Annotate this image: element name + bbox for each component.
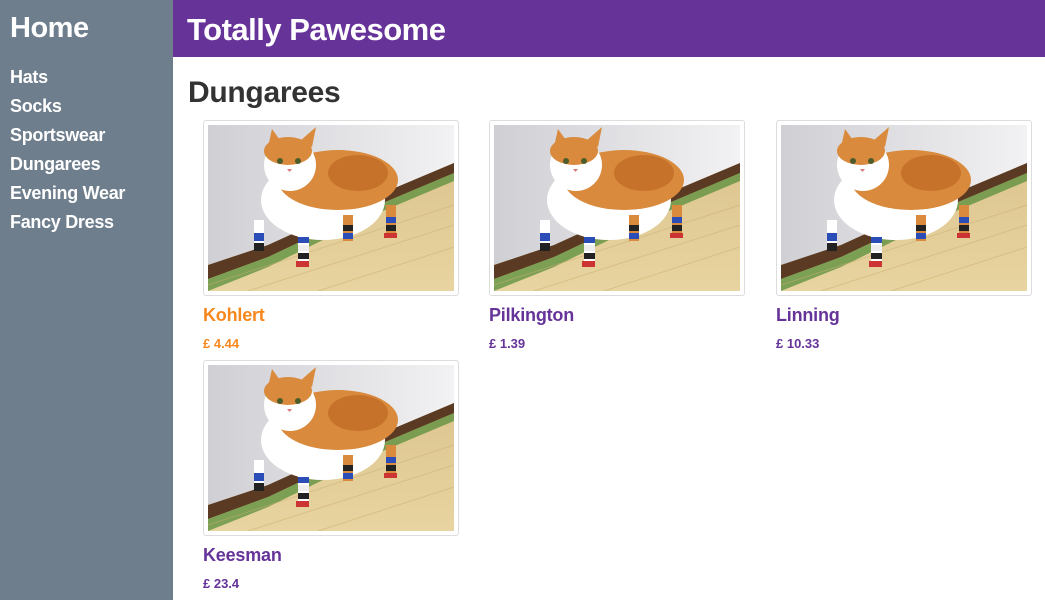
site-title: Totally Pawesome <box>187 12 446 47</box>
product-price: £ 4.44 <box>203 336 240 351</box>
product-price: £ 1.39 <box>489 336 526 351</box>
cat-in-socks-photo <box>208 365 454 531</box>
product-card-kohlert[interactable]: Kohlert £ 4.44 <box>203 120 459 360</box>
product-name[interactable]: Keesman <box>203 545 282 566</box>
product-card-linning[interactable]: Linning £ 10.33 <box>776 120 1032 360</box>
sidebar-home-link[interactable]: Home <box>10 12 89 45</box>
product-image[interactable] <box>203 360 459 536</box>
cat-in-socks-photo <box>781 125 1027 291</box>
product-name[interactable]: Kohlert <box>203 305 265 326</box>
sidebar-item-fancy-dress[interactable]: Fancy Dress <box>10 211 125 240</box>
sidebar-item-socks[interactable]: Socks <box>10 95 125 124</box>
cat-in-socks-photo <box>494 125 740 291</box>
sidebar-item-hats[interactable]: Hats <box>10 66 125 95</box>
product-image[interactable] <box>489 120 745 296</box>
product-image[interactable] <box>776 120 1032 296</box>
product-card-keesman[interactable]: Keesman £ 23.4 <box>203 360 459 600</box>
site-header: Totally Pawesome <box>173 0 1045 57</box>
category-title: Dungarees <box>188 76 341 109</box>
sidebar-item-evening-wear[interactable]: Evening Wear <box>10 182 125 211</box>
product-price: £ 23.4 <box>203 576 240 591</box>
cat-in-socks-photo <box>208 125 454 291</box>
product-price: £ 10.33 <box>776 336 820 351</box>
sidebar: Home Hats Socks Sportswear Dungarees Eve… <box>0 0 173 600</box>
sidebar-item-dungarees[interactable]: Dungarees <box>10 153 125 182</box>
product-name[interactable]: Pilkington <box>489 305 574 326</box>
product-image[interactable] <box>203 120 459 296</box>
sidebar-category-list: Hats Socks Sportswear Dungarees Evening … <box>10 66 125 240</box>
product-card-pilkington[interactable]: Pilkington £ 1.39 <box>489 120 745 360</box>
sidebar-item-sportswear[interactable]: Sportswear <box>10 124 125 153</box>
product-name[interactable]: Linning <box>776 305 840 326</box>
